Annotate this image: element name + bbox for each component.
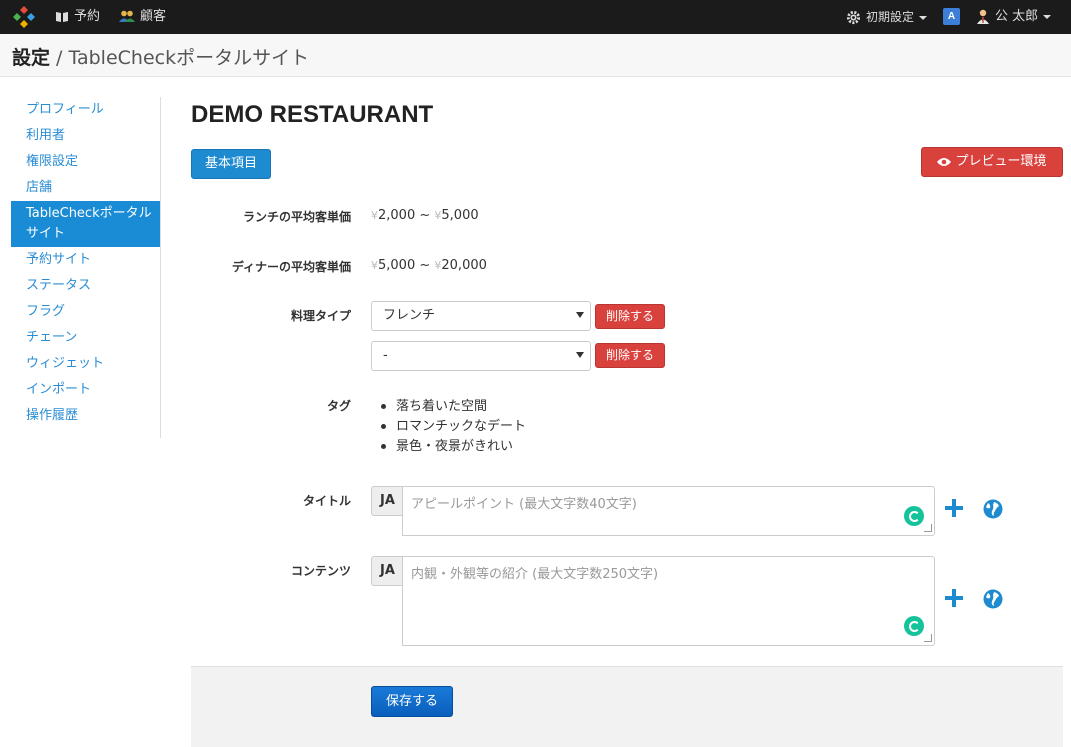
- nav-reservations[interactable]: 予約: [55, 0, 100, 34]
- breadcrumb-separator: /: [50, 47, 69, 69]
- list-item: ロマンチックなデート: [381, 417, 526, 437]
- list-item: 景色・夜景がきれい: [381, 437, 526, 457]
- title-label: タイトル: [302, 494, 351, 508]
- nav-customers-label: 顧客: [140, 9, 167, 24]
- content-language-badge: JA: [371, 556, 403, 586]
- grammarly-icon[interactable]: [904, 616, 924, 636]
- preview-button-label: プレビュー環境: [955, 154, 1047, 169]
- title-language-badge: JA: [371, 486, 403, 516]
- cuisine-select-1[interactable]: フレンチ: [371, 301, 591, 331]
- nav-settings-dropdown[interactable]: 初期設定: [846, 0, 928, 34]
- sidebar-item-users[interactable]: 利用者: [11, 123, 160, 149]
- sidebar-item-shops[interactable]: 店舗: [11, 175, 160, 201]
- form-footer: 保存する: [191, 666, 1063, 747]
- logo-icon[interactable]: [12, 5, 36, 29]
- preview-button[interactable]: プレビュー環境: [921, 147, 1063, 177]
- dinner-price-label: ディナーの平均客単価: [231, 260, 351, 274]
- chevron-down-icon: [919, 15, 928, 20]
- lunch-min: 2,000: [378, 208, 416, 223]
- cuisine-select-2-value: -: [383, 348, 388, 363]
- resize-handle-icon[interactable]: [924, 524, 932, 532]
- content-label: コンテンツ: [290, 564, 351, 578]
- dinner-min: 5,000: [378, 258, 416, 273]
- breadcrumb-page: TableCheckポータルサイト: [68, 47, 310, 69]
- cuisine-select-2[interactable]: -: [371, 341, 591, 371]
- users-icon: [119, 10, 135, 22]
- tab-basic-items[interactable]: 基本項目: [191, 149, 271, 179]
- cuisine-select-1-value: フレンチ: [383, 308, 436, 323]
- dinner-price-value: ¥5,000 ~ ¥20,000: [371, 258, 487, 273]
- cuisine-type-label: 料理タイプ: [290, 309, 351, 323]
- settings-sidebar: プロフィール 利用者 権限設定 店舗 TableCheckポータルサイト 予約サ…: [11, 97, 161, 438]
- add-language-icon[interactable]: [944, 498, 964, 518]
- tag-label: タグ: [326, 399, 351, 413]
- nav-settings-label: 初期設定: [866, 10, 915, 24]
- save-button[interactable]: 保存する: [371, 686, 453, 717]
- sidebar-item-portal-site[interactable]: TableCheckポータルサイト: [11, 201, 160, 247]
- lunch-price-value: ¥2,000 ~ ¥5,000: [371, 208, 479, 223]
- delete-cuisine-button-2[interactable]: 削除する: [595, 343, 665, 368]
- sidebar-item-status[interactable]: ステータス: [11, 273, 160, 299]
- breadcrumb-section: 設定: [12, 47, 51, 69]
- top-navbar: 予約 顧客 初期設定 A 公 太郎: [0, 0, 1071, 34]
- restaurant-name: DEMO RESTAURANT: [191, 101, 434, 128]
- chevron-down-icon: [1043, 14, 1052, 19]
- chevron-down-icon: [576, 352, 584, 358]
- user-icon: [977, 9, 989, 24]
- gear-icon: [846, 10, 861, 25]
- delete-cuisine-button-1[interactable]: 削除する: [595, 304, 665, 329]
- nav-user-label: 公 太郎: [995, 9, 1039, 24]
- sidebar-item-reservation-site[interactable]: 予約サイト: [11, 247, 160, 273]
- chevron-down-icon: [576, 312, 584, 318]
- nav-user-dropdown[interactable]: 公 太郎: [976, 0, 1052, 34]
- lunch-price-label: ランチの平均客単価: [242, 210, 351, 224]
- book-icon: [56, 11, 68, 22]
- breadcrumb: 設定 / TableCheckポータルサイト: [12, 43, 309, 70]
- grammarly-icon[interactable]: [904, 506, 924, 526]
- page-header: 設定 / TableCheckポータルサイト: [0, 34, 1071, 77]
- sidebar-item-permissions[interactable]: 権限設定: [11, 149, 160, 175]
- nav-customers[interactable]: 顧客: [119, 0, 166, 34]
- title-placeholder: アピールポイント (最大文字数40文字): [411, 497, 637, 512]
- content-textarea[interactable]: 内観・外観等の紹介 (最大文字数250文字): [402, 556, 935, 646]
- globe-icon[interactable]: [983, 499, 1003, 519]
- sidebar-item-chain[interactable]: チェーン: [11, 325, 160, 351]
- sidebar-item-widget[interactable]: ウィジェット: [11, 351, 160, 377]
- tag-list: 落ち着いた空間 ロマンチックなデート 景色・夜景がきれい: [381, 397, 526, 457]
- nav-reservations-label: 予約: [74, 9, 101, 24]
- lunch-max: 5,000: [441, 208, 479, 223]
- sidebar-item-import[interactable]: インポート: [11, 377, 160, 403]
- sidebar-item-profile[interactable]: プロフィール: [11, 97, 160, 123]
- list-item: 落ち着いた空間: [381, 397, 526, 417]
- title-textarea[interactable]: アピールポイント (最大文字数40文字): [402, 486, 935, 536]
- sidebar-item-history[interactable]: 操作履歴: [11, 403, 160, 429]
- content-placeholder: 内観・外観等の紹介 (最大文字数250文字): [411, 567, 659, 582]
- resize-handle-icon[interactable]: [924, 634, 932, 642]
- sidebar-item-flags[interactable]: フラグ: [11, 299, 160, 325]
- eye-icon: [937, 157, 952, 166]
- translate-icon[interactable]: A: [943, 8, 960, 25]
- dinner-max: 20,000: [441, 258, 487, 273]
- globe-icon[interactable]: [983, 589, 1003, 609]
- add-language-icon[interactable]: [944, 588, 964, 608]
